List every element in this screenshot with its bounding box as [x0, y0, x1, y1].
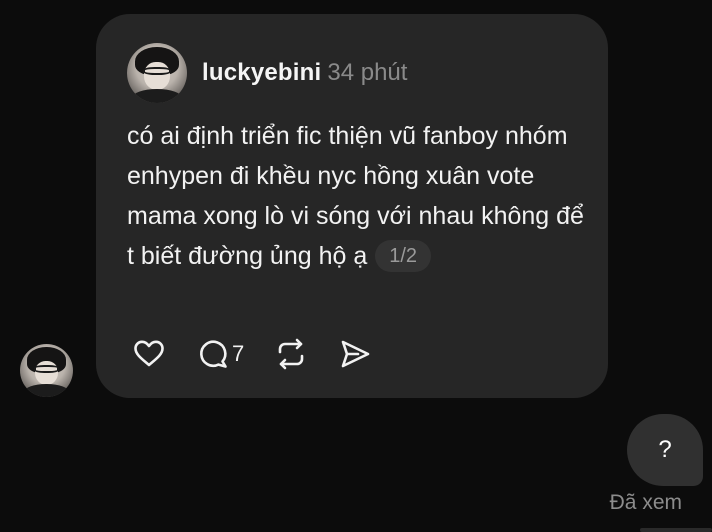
- reply-button[interactable]: 7: [196, 337, 244, 371]
- heart-icon: [132, 337, 166, 371]
- comment-icon: [196, 337, 230, 371]
- sender-avatar[interactable]: [20, 344, 73, 397]
- page-indicator: 1/2: [375, 240, 432, 272]
- repost-button[interactable]: [274, 337, 308, 371]
- post-text: có ai định triển fic thiện vũ fanboy nhó…: [127, 116, 587, 276]
- sent-message-text: ?: [658, 436, 672, 463]
- reply-count: 7: [232, 341, 245, 366]
- post-author-avatar[interactable]: [127, 43, 187, 103]
- post-username[interactable]: luckyebini: [202, 59, 321, 86]
- post-text-content: có ai định triển fic thiện vũ fanboy nhó…: [127, 122, 584, 270]
- seen-status: Đã xem: [609, 491, 682, 514]
- send-icon: [338, 337, 372, 371]
- share-button[interactable]: [338, 337, 372, 371]
- post-time: 34 phút: [327, 59, 408, 86]
- repost-icon: [274, 337, 308, 371]
- post-actions: 7: [132, 337, 402, 371]
- post-header: luckyebini 34 phút: [202, 59, 407, 87]
- sent-message-bubble[interactable]: ?: [627, 414, 703, 486]
- scroll-edge: [640, 528, 712, 532]
- like-button[interactable]: [132, 337, 166, 371]
- shared-post-card[interactable]: luckyebini 34 phút có ai định triển fic t…: [96, 14, 608, 398]
